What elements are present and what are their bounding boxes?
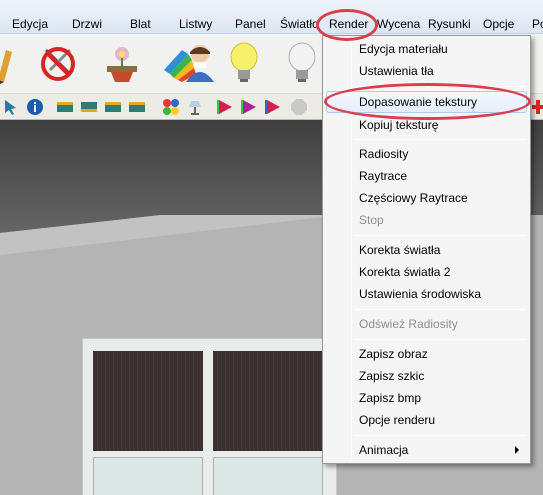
light-bulb-off-icon[interactable] [280, 40, 324, 84]
cabinet-door[interactable] [93, 351, 203, 451]
menu-item-label: Ustawienia środowiska [359, 287, 482, 301]
flower-pot-icon[interactable] [101, 40, 145, 84]
pencil-icon[interactable] [0, 40, 32, 84]
render-menu-dropdown: Edycja materiału Ustawienia tła Dopasowa… [322, 35, 531, 464]
menu-item-label: Zapisz obraz [359, 347, 428, 361]
menu-item-zapisz-szkic[interactable]: Zapisz szkic [326, 365, 527, 387]
menu-item-label: Raytrace [359, 169, 408, 183]
cabinet-icon[interactable] [104, 98, 122, 116]
menu-blat[interactable]: Blat [130, 17, 151, 31]
menu-rysunki[interactable]: Rysunki [428, 17, 471, 31]
menu-item-label: Odśwież Radiosity [359, 317, 458, 331]
menu-separator [354, 339, 526, 340]
menu-item-label: Częściowy Raytrace [359, 191, 468, 205]
menu-item-label: Korekta światła [359, 243, 441, 257]
menu-item-label: Zapisz szkic [359, 369, 425, 383]
play-icon[interactable] [240, 98, 258, 116]
menu-item-kopiuj-teksture[interactable]: Kopiuj teksturę [326, 114, 527, 136]
light-bulb-on-icon[interactable] [222, 40, 266, 84]
menu-pomoc[interactable]: Pomoc [532, 17, 543, 31]
menu-item-zapisz-bmp[interactable]: Zapisz bmp [326, 387, 527, 409]
stop-icon [291, 99, 307, 115]
lamp-icon[interactable] [186, 98, 204, 116]
menu-swiatlo[interactable]: Światło [280, 17, 319, 31]
menu-separator [354, 235, 526, 236]
menu-item-animacja[interactable]: Animacja [326, 439, 527, 461]
menu-separator [354, 435, 526, 436]
play-icon[interactable] [216, 98, 234, 116]
menu-render[interactable]: Render [329, 17, 368, 31]
menu-item-ustawienia-tla[interactable]: Ustawienia tła [326, 60, 527, 82]
menu-item-raytrace[interactable]: Raytrace [326, 165, 527, 187]
menu-opcje[interactable]: Opcje [483, 17, 514, 31]
menu-listwy[interactable]: Listwy [179, 17, 212, 31]
play-icon[interactable] [264, 98, 282, 116]
menu-item-label: Zapisz bmp [359, 391, 422, 405]
cabinet-icon[interactable] [128, 98, 146, 116]
cabinet-door[interactable] [213, 351, 323, 451]
menu-item-label: Korekta światła 2 [359, 265, 451, 279]
menu-item-label: Kopiuj teksturę [359, 118, 439, 132]
cabinet[interactable] [82, 338, 337, 495]
menu-item-radiosity[interactable]: Radiosity [326, 143, 527, 165]
menu-separator [354, 309, 526, 310]
submenu-arrow-icon [515, 446, 519, 454]
info-icon[interactable] [26, 98, 44, 116]
menu-item-label: Radiosity [359, 147, 409, 161]
menu-item-korekta-swiatla[interactable]: Korekta światła [326, 239, 527, 261]
no-tools-icon[interactable] [36, 40, 80, 84]
menu-separator [354, 86, 526, 87]
menu-item-label: Edycja materiału [359, 42, 448, 56]
color-dots-icon[interactable] [162, 98, 180, 116]
menu-item-label: Dopasowanie tekstury [359, 95, 478, 109]
menu-item-label: Opcje renderu [359, 413, 436, 427]
menu-item-czesciowy-raytrace[interactable]: Częściowy Raytrace [326, 187, 527, 209]
menu-panel[interactable]: Panel [235, 17, 266, 31]
cursor-icon[interactable] [2, 98, 20, 116]
person-icon[interactable] [178, 40, 222, 84]
menu-item-dopasowanie-tekstury[interactable]: Dopasowanie tekstury [326, 91, 527, 113]
cabinet-glass-panel [93, 457, 203, 495]
render-tool-icon[interactable] [532, 98, 543, 116]
menu-item-stop: Stop [326, 209, 527, 231]
cabinet-glass-panel [213, 457, 323, 495]
menu-item-label: Animacja [359, 443, 409, 457]
menu-edycja[interactable]: Edycja [12, 17, 48, 31]
menu-wycena[interactable]: Wycena [377, 17, 420, 31]
menu-item-ustawienia-srodowiska[interactable]: Ustawienia środowiska [326, 283, 527, 305]
menu-item-label: Stop [359, 213, 384, 227]
menu-separator [354, 139, 526, 140]
cabinet-icon[interactable] [56, 98, 74, 116]
menu-item-edycja-materialu[interactable]: Edycja materiału [326, 38, 527, 60]
menubar: Edycja Drzwi Blat Listwy Panel Światło R… [0, 0, 543, 34]
menu-item-label: Ustawienia tła [359, 64, 434, 78]
menu-item-zapisz-obraz[interactable]: Zapisz obraz [326, 343, 527, 365]
menu-item-korekta-swiatla-2[interactable]: Korekta światła 2 [326, 261, 527, 283]
menu-drzwi[interactable]: Drzwi [72, 17, 102, 31]
menu-item-opcje-renderu[interactable]: Opcje renderu [326, 409, 527, 431]
cabinet-icon[interactable] [80, 98, 98, 116]
menu-item-odswiez-radiosity: Odśwież Radiosity [326, 313, 527, 335]
